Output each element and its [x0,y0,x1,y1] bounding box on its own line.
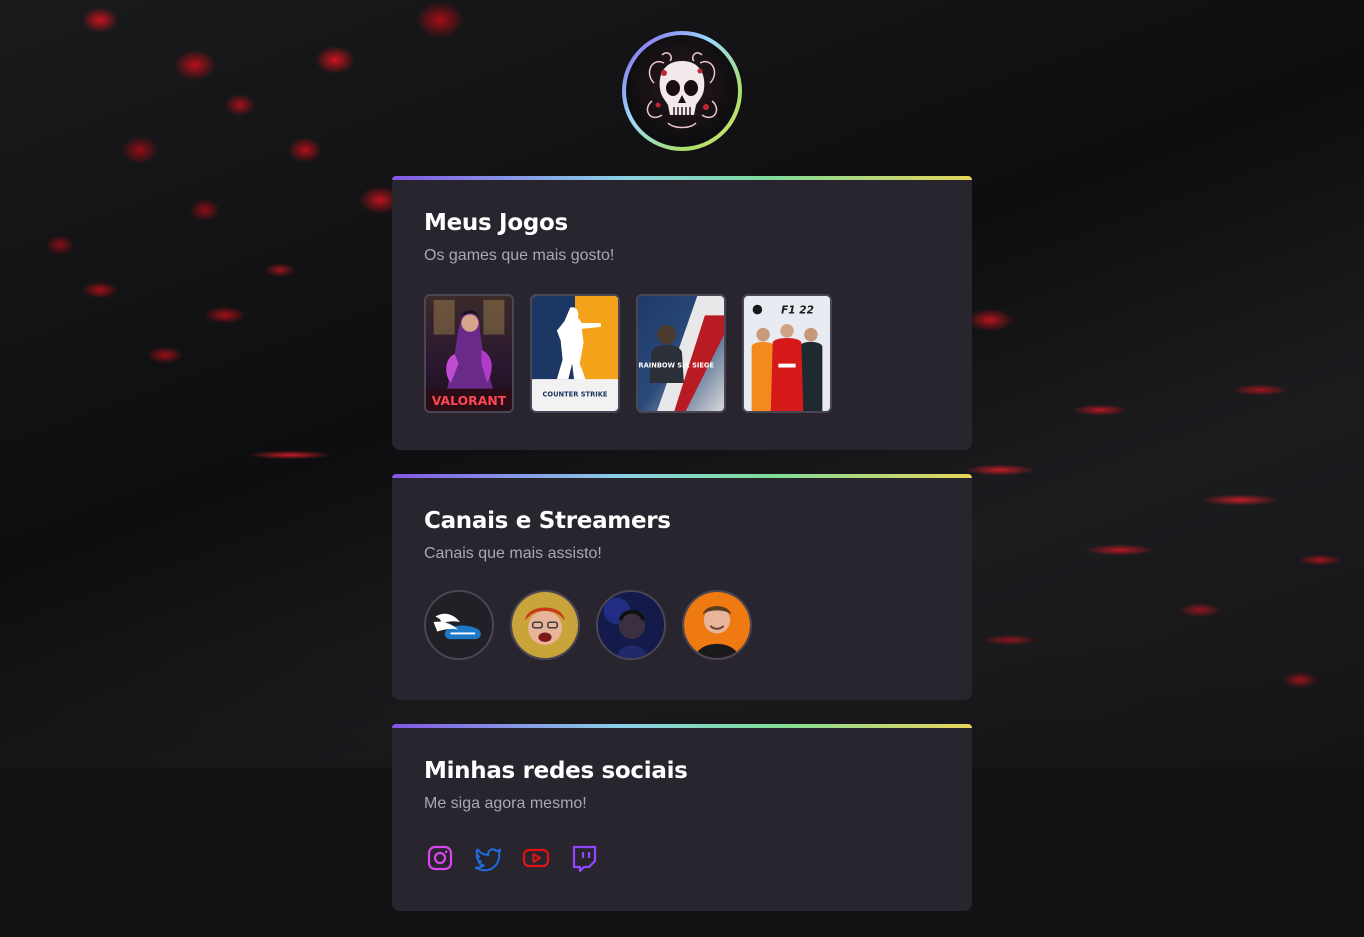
rainbow-six-logo-text: RAINBOW SIX SIEGE [638,361,714,369]
streamer-3[interactable] [596,590,666,660]
streamer-avatar-4 [684,592,750,658]
skull-icon [646,52,718,129]
social-links [424,844,940,872]
streamer-2[interactable] [510,590,580,660]
streamer-4[interactable] [682,590,752,660]
game-f1-22[interactable]: F1 22 [742,294,832,413]
game-rainbow-six-siege[interactable]: RAINBOW SIX SIEGE [636,294,726,413]
twitch-icon [572,845,597,872]
valorant-logo-text: VALORANT [432,393,507,408]
game-valorant[interactable]: VALORANT [424,294,514,413]
streamers-list [424,590,940,660]
game-counter-strike[interactable]: COUNTER STRIKE [530,294,620,413]
games-card-subtitle: Os games que mais gosto! [424,247,615,264]
profile-avatar [622,31,742,151]
instagram-icon [427,845,453,871]
streamers-card-title: Canais e Streamers [424,508,671,534]
social-card-subtitle: Me siga agora mesmo! [424,795,587,812]
streamers-card-subtitle: Canais que mais assisto! [424,545,602,562]
games-card: Meus Jogos Os games que mais gosto! VALO… [392,176,972,450]
counter-strike-logo-text: COUNTER STRIKE [543,390,608,398]
twitch-link[interactable] [570,844,598,872]
youtube-link[interactable] [522,844,550,872]
social-card-title: Minhas redes sociais [424,758,688,784]
streamer-avatar-3 [598,592,664,658]
games-card-title: Meus Jogos [424,210,568,236]
streamer-winged-shoe[interactable] [424,590,494,660]
streamers-card: Canais e Streamers Canais que mais assis… [392,474,972,700]
twitter-link[interactable] [474,844,502,872]
social-card: Minhas redes sociais Me siga agora mesmo… [392,724,972,911]
twitter-icon [474,848,501,872]
winged-shoe-icon [426,592,492,658]
youtube-icon [522,848,550,868]
instagram-link[interactable] [426,844,454,872]
streamer-avatar-2 [512,592,578,658]
games-list: VALORANT COUNTER STRIKE RAINBOW SIX SIEG… [424,294,940,413]
f1-logo-text: F1 22 [781,304,814,316]
